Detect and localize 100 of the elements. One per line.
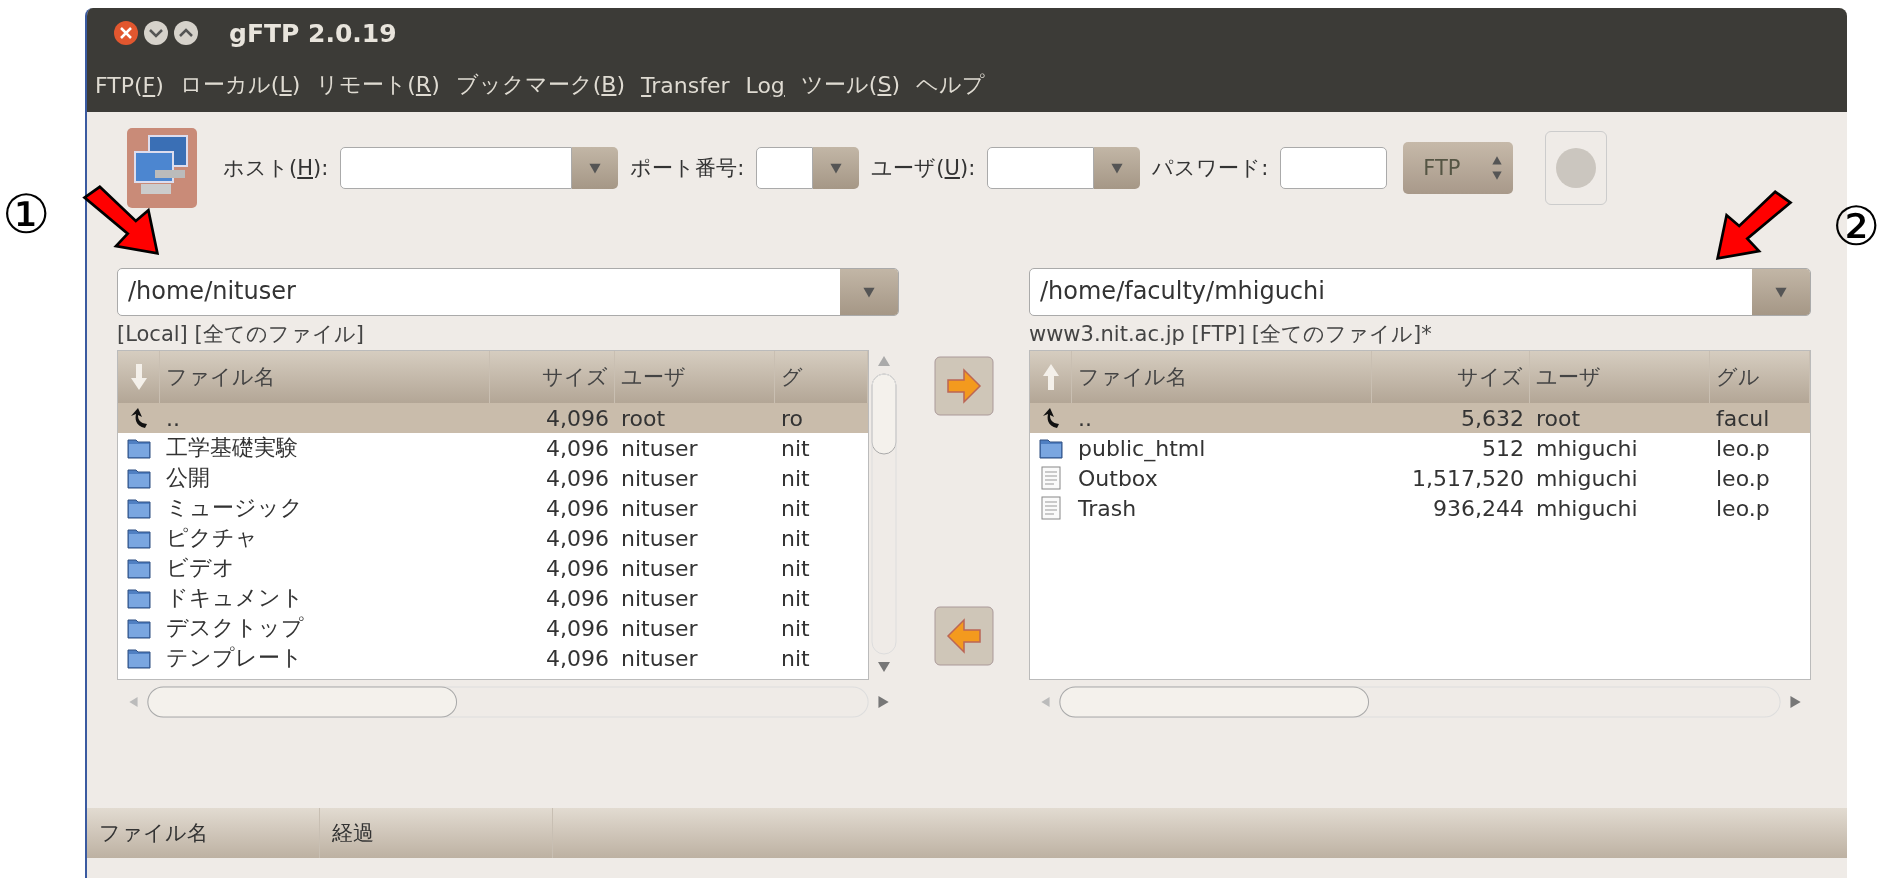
menu-item[interactable]: ツール(S) — [800, 70, 900, 100]
file-row[interactable]: テンプレート 4,096 nituser nit — [118, 643, 868, 673]
combo-field[interactable] — [987, 147, 1141, 189]
file-name: ドキュメント — [165, 584, 305, 612]
file-owner: nituser — [620, 465, 699, 491]
caret-icon — [1774, 285, 1788, 299]
file-owner: mhiguchi — [1535, 435, 1639, 461]
folder-icon — [127, 526, 151, 550]
folder-icon — [127, 496, 151, 520]
file-name: テンプレート — [165, 644, 304, 672]
file-size: 5,632 — [1460, 405, 1525, 431]
file-size: 4,096 — [545, 495, 610, 521]
file-size: 4,096 — [545, 465, 610, 491]
file-group: facul — [1710, 405, 1810, 431]
annotation-number: ② — [1832, 200, 1881, 254]
file-row[interactable]: public_html 512 mhiguchi leo.p — [1030, 433, 1810, 463]
file-group: nit — [775, 615, 868, 641]
file-name: 工学基礎実験 — [165, 434, 299, 462]
file-row[interactable]: ピクチャ 4,096 nituser nit — [118, 523, 868, 553]
sort-arrow-icon — [130, 364, 147, 390]
field-label: ホスト(H): — [223, 155, 329, 182]
file-name: ミュージック — [165, 494, 304, 522]
sort-arrow-icon — [1042, 364, 1059, 390]
caret-icon — [862, 285, 876, 299]
file-owner: nituser — [620, 645, 699, 671]
file-size: 4,096 — [545, 435, 610, 461]
file-group: nit — [775, 525, 868, 551]
file-name: デスクトップ — [165, 614, 305, 642]
password-field[interactable] — [1280, 147, 1388, 189]
file-row[interactable]: ビデオ 4,096 nituser nit — [118, 553, 868, 583]
folder-icon — [127, 586, 151, 610]
path-combo[interactable]: /home/faculty/mhiguchi — [1029, 268, 1811, 316]
file-row[interactable]: .. 4,096 root ro — [118, 403, 868, 433]
file-group: ro — [775, 405, 868, 431]
folder-icon — [127, 616, 151, 640]
file-owner: nituser — [620, 435, 699, 461]
folder-icon — [127, 466, 151, 490]
file-owner: nituser — [620, 615, 699, 641]
file-owner: root — [1535, 405, 1582, 431]
annotation-number: ① — [2, 188, 51, 242]
file-size: 1,517,520 — [1411, 465, 1525, 491]
file-name: 公開 — [165, 464, 211, 492]
file-owner: nituser — [620, 555, 699, 581]
combo-field[interactable] — [756, 147, 860, 189]
file-size: 4,096 — [545, 525, 610, 551]
pane-label: [Local] [全てのファイル] — [117, 321, 365, 348]
file-owner: nituser — [620, 585, 699, 611]
stop-button[interactable] — [1544, 131, 1607, 205]
folder-icon — [127, 556, 151, 580]
combo-field[interactable] — [340, 147, 619, 189]
file-name: Trash — [1077, 495, 1138, 521]
file-owner: mhiguchi — [1535, 465, 1639, 491]
file-name: public_html — [1077, 435, 1207, 461]
pane-label: www3.nit.ac.jp [FTP] [全てのファイル]* — [1029, 321, 1433, 348]
folder-icon — [127, 646, 151, 670]
file-name: .. — [1077, 405, 1093, 431]
folder-icon — [1039, 436, 1063, 460]
file-size: 4,096 — [545, 555, 610, 581]
menu-item[interactable]: リモート(R) — [316, 70, 440, 100]
menu-item[interactable]: ローカル(L) — [179, 70, 301, 100]
menu-item[interactable]: ブックマーク(B) — [455, 70, 626, 100]
menu-item[interactable]: ヘルプ — [916, 70, 985, 100]
folder-icon — [127, 436, 151, 460]
file-owner: root — [620, 405, 667, 431]
file-row[interactable]: Outbox 1,517,520 mhiguchi leo.p — [1030, 463, 1810, 493]
window-controls-icon[interactable] — [111, 18, 201, 48]
file-row[interactable]: .. 5,632 root facul — [1030, 403, 1810, 433]
file-group: leo.p — [1710, 435, 1810, 461]
file-group: nit — [775, 435, 868, 461]
file-row[interactable]: デスクトップ 4,096 nituser nit — [118, 613, 868, 643]
column-header[interactable]: ファイル名 — [87, 808, 320, 858]
field-label: パスワード: — [1152, 155, 1269, 182]
file-size: 4,096 — [545, 615, 610, 641]
column-header[interactable]: 経過 — [320, 808, 553, 858]
file-size: 4,096 — [545, 645, 610, 671]
connect-button[interactable] — [127, 128, 197, 208]
file-group: nit — [775, 555, 868, 581]
path-combo[interactable]: /home/nituser — [117, 268, 899, 316]
file-row[interactable]: ドキュメント 4,096 nituser nit — [118, 583, 868, 613]
file-name: ビデオ — [165, 554, 236, 582]
field-label: ユーザ(U): — [871, 155, 976, 182]
file-name: ピクチャ — [165, 524, 259, 552]
file-group: nit — [775, 645, 868, 671]
file-group: leo.p — [1710, 465, 1810, 491]
menu-item[interactable]: FTP(F) — [95, 72, 164, 98]
file-name: Outbox — [1077, 465, 1159, 491]
file-row[interactable]: 工学基礎実験 4,096 nituser nit — [118, 433, 868, 463]
transfer-button[interactable] — [934, 356, 994, 416]
file-icon — [1039, 496, 1063, 520]
transfer-button[interactable] — [934, 606, 994, 666]
file-owner: nituser — [620, 525, 699, 551]
menu-item[interactable]: Log — [745, 72, 785, 98]
file-size: 4,096 — [545, 585, 610, 611]
file-group: nit — [775, 465, 868, 491]
file-row[interactable]: Trash 936,244 mhiguchi leo.p — [1030, 493, 1810, 523]
menu-item[interactable]: Transfer — [641, 72, 730, 98]
file-row[interactable]: 公開 4,096 nituser nit — [118, 463, 868, 493]
file-group: nit — [775, 495, 868, 521]
file-row[interactable]: ミュージック 4,096 nituser nit — [118, 493, 868, 523]
caret-icon — [588, 161, 603, 175]
